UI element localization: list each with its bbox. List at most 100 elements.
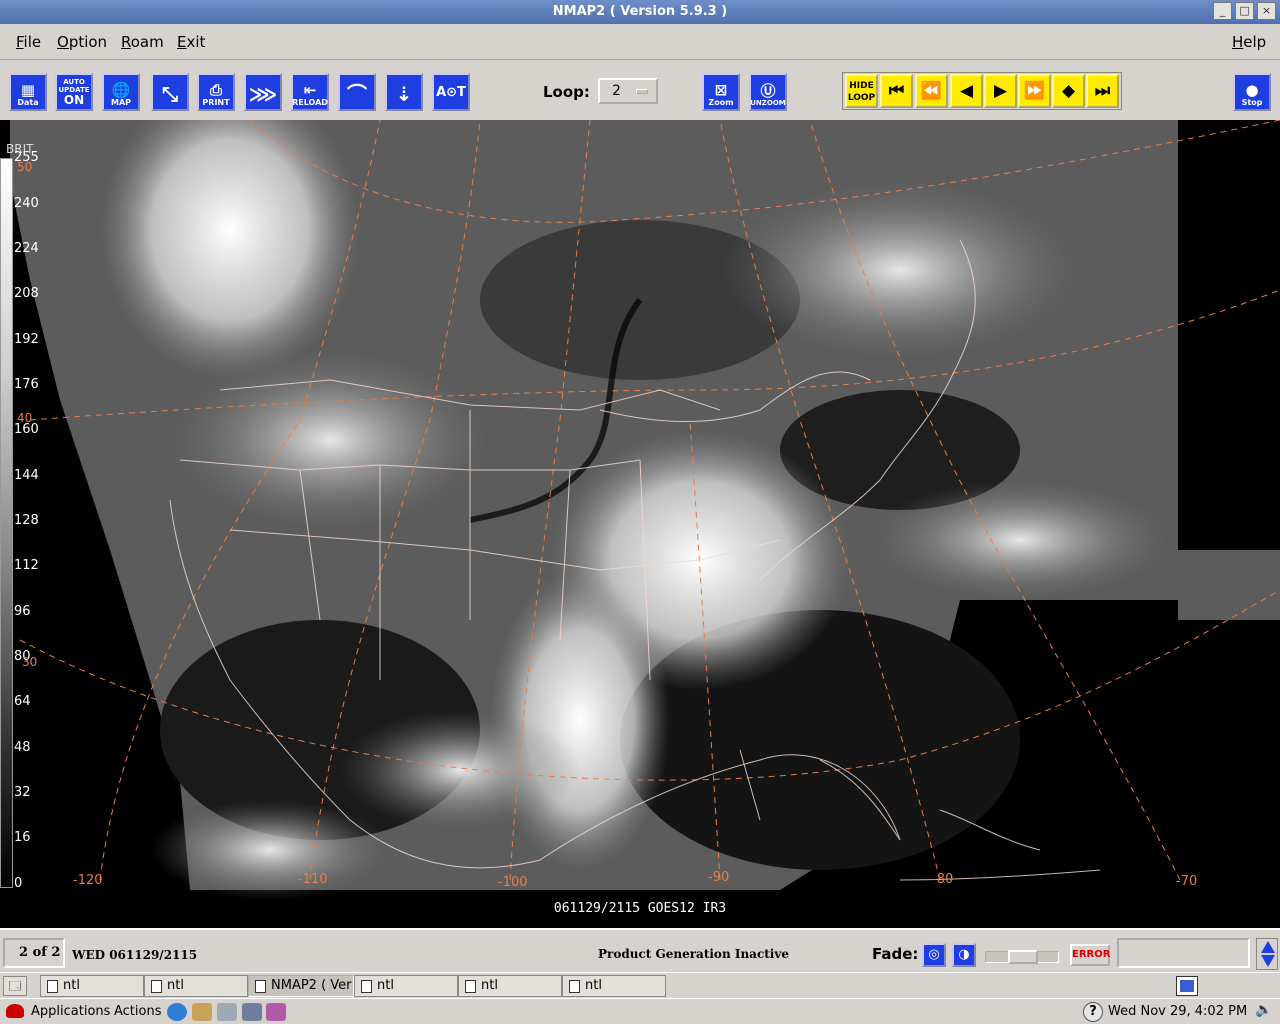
broom-icon: ⋙ [248, 82, 278, 106]
workspace-switcher-icon[interactable] [1176, 976, 1198, 996]
lon-label: -100 [498, 875, 528, 890]
unzoom-button[interactable]: Ⓤ UNZOOM [749, 73, 787, 111]
clock[interactable]: Wed Nov 29, 4:02 PM [1108, 1004, 1247, 1019]
menu-exit[interactable]: Exit [177, 33, 205, 51]
title-bar[interactable]: NMAP2 ( Version 5.9.3 ) _ □ × [0, 0, 1280, 24]
product-label: 061129/2115 GOES12 IR3 [553, 901, 727, 916]
clear-button[interactable]: ⋙ [244, 73, 282, 111]
volume-icon[interactable]: 🔈 [1255, 1002, 1272, 1018]
help-icon[interactable]: ? [1083, 1002, 1103, 1022]
fade-graphics-button[interactable]: ◑ [952, 943, 976, 967]
task-button[interactable]: ntl [354, 975, 458, 997]
zoom-button[interactable]: ⊠ Zoom [702, 73, 740, 111]
first-frame-button[interactable]: ⏮ [880, 74, 913, 108]
rewind-icon: ⏪ [920, 81, 943, 101]
product-generation-status: Product Generation Inactive [598, 947, 789, 961]
play-backward-icon: ◀ [959, 81, 974, 101]
rock-loop-button[interactable]: ◆ [1052, 74, 1085, 108]
mail-icon[interactable] [192, 1003, 212, 1021]
map-button[interactable]: 🌐 MAP [102, 73, 140, 111]
auto-update-button[interactable]: AUTO UPDATE ON [55, 73, 93, 111]
system-panel: Applications Actions ? Wed Nov 29, 4:02 … [0, 998, 1280, 1024]
step-forward-fast-button[interactable]: ⏩ [1018, 74, 1051, 108]
hide-loop-button[interactable]: HIDE LOOP [845, 74, 878, 108]
stop-button[interactable]: ● Stop [1233, 73, 1271, 111]
satellite-map-canvas[interactable]: BRIT 255 240 224 208 192 176 160 144 128… [0, 120, 1280, 928]
adt-button[interactable]: A⊙T [432, 73, 470, 111]
rock-loop-icon: ◆ [1061, 81, 1076, 101]
circle-icon: ◎ [928, 947, 940, 962]
applications-menu[interactable]: Applications [31, 1004, 110, 1019]
writer-icon[interactable] [217, 1003, 237, 1021]
satellite-image [10, 120, 1280, 900]
scale-tick: 48 [14, 740, 31, 755]
scale-tick: 0 [14, 876, 23, 891]
last-frame-button[interactable]: ⏭ [1086, 74, 1119, 108]
reload-button[interactable]: ⇤ RELOAD [291, 73, 329, 111]
adt-icon: A⊙T [436, 85, 466, 100]
redhat-icon[interactable] [6, 1004, 24, 1018]
scale-tick: 16 [14, 830, 31, 845]
terminal-icon [569, 980, 580, 993]
spreadsheet-icon[interactable] [266, 1003, 286, 1021]
task-button[interactable]: ntl [562, 975, 666, 997]
menu-roam[interactable]: Roam [121, 33, 164, 51]
scale-tick: 32 [14, 785, 31, 800]
play-backward-button[interactable]: ◀ [950, 74, 983, 108]
task-button-active[interactable]: NMAP2 ( Ver [248, 975, 354, 997]
task-button[interactable]: ntl [458, 975, 562, 997]
loop-select[interactable]: 2 [598, 78, 658, 104]
window-title: NMAP2 ( Version 5.9.3 ) [552, 4, 728, 19]
half-circle-icon: ◑ [958, 947, 970, 962]
window-icon [255, 980, 266, 993]
scale-tick: 144 [14, 468, 39, 483]
data-icon: ▦ [20, 81, 36, 99]
terminal-icon [151, 980, 162, 993]
maximize-button[interactable]: □ [1235, 2, 1254, 20]
fade-slider[interactable] [985, 950, 1059, 964]
scroll-up-icon[interactable] [1261, 941, 1275, 953]
first-frame-icon: ⏮ [888, 81, 905, 101]
menu-bar: File Option Roam Exit Help [0, 24, 1280, 60]
lat-lon-button[interactable]: ⤡ [151, 73, 189, 111]
show-desktop-icon[interactable]: 🗔 [3, 976, 27, 996]
cross-section-button[interactable]: ⌒ [338, 73, 376, 111]
play-forward-button[interactable]: ▶ [984, 74, 1017, 108]
menu-option[interactable]: Option [57, 33, 107, 51]
print-button[interactable]: ⎙ PRINT [197, 73, 235, 111]
lon-label: -120 [73, 873, 103, 888]
close-button[interactable]: × [1257, 2, 1276, 20]
error-button[interactable]: ERROR [1070, 944, 1110, 966]
status-scroll[interactable] [1256, 938, 1278, 970]
seek-button[interactable]: ⇣ [385, 73, 423, 111]
stop-icon: ● [1245, 81, 1259, 99]
browser-icon[interactable] [167, 1003, 187, 1021]
fade-image-button[interactable]: ◎ [922, 943, 946, 967]
presentation-icon[interactable] [242, 1003, 262, 1021]
scroll-down-icon[interactable] [1261, 955, 1275, 967]
data-button[interactable]: ▦ Data [9, 73, 47, 111]
option-menu-indicator-icon [636, 89, 648, 94]
printer-icon: ⎙ [209, 81, 222, 99]
scale-tick: 192 [14, 332, 39, 347]
menu-help[interactable]: Help [1232, 33, 1266, 51]
taskbar: 🗔 ntl ntl NMAP2 ( Ver ntl ntl ntl [0, 972, 1280, 998]
scale-tick: 96 [14, 604, 31, 619]
seek-icon: ⇣ [395, 82, 413, 106]
menu-file[interactable]: File [16, 33, 41, 51]
globe-icon: 🌐 [111, 81, 131, 99]
task-button[interactable]: ntl [40, 975, 144, 997]
lon-label: -80 [932, 872, 954, 887]
toolbar: ▦ Data AUTO UPDATE ON 🌐 MAP ⤡ ⎙ PRINT ⋙ … [0, 60, 1280, 120]
status-message-box [1117, 938, 1250, 968]
last-frame-icon: ⏭ [1094, 81, 1111, 101]
lat-label: 40 [17, 411, 33, 425]
play-forward-icon: ▶ [993, 81, 1008, 101]
fade-slider-thumb[interactable] [1008, 950, 1038, 964]
terminal-icon [361, 980, 372, 993]
minimize-button[interactable]: _ [1213, 2, 1232, 20]
step-back-fast-button[interactable]: ⏪ [915, 74, 948, 108]
task-button[interactable]: ntl [144, 975, 248, 997]
actions-menu[interactable]: Actions [114, 1004, 162, 1019]
lon-label: -70 [1176, 874, 1198, 889]
